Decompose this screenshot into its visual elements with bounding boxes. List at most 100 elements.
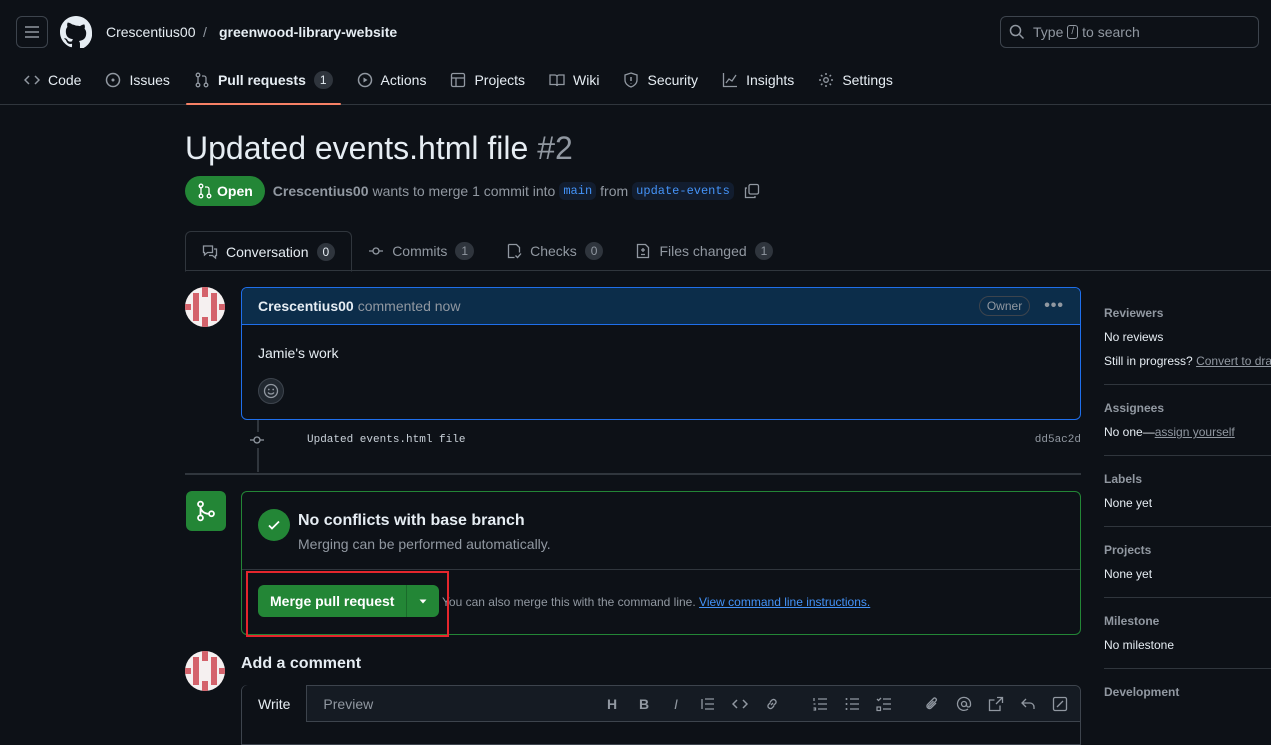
search-icon	[1009, 24, 1025, 40]
repo-header: Crescentius00 / greenwood-library-websit…	[0, 0, 1271, 105]
projects-section: Projects None yet	[1104, 527, 1271, 598]
add-reaction-button[interactable]	[258, 378, 284, 404]
merge-status-subtitle: Merging can be performed automatically.	[298, 536, 551, 552]
comment-time[interactable]: commented now	[358, 298, 461, 314]
milestone-section: Milestone No milestone	[1104, 598, 1271, 669]
write-tab[interactable]: Write	[242, 685, 308, 722]
comment-text: Jamie's work	[258, 345, 339, 361]
breadcrumb-repo[interactable]: greenwood-library-website	[219, 24, 397, 40]
breadcrumb-owner[interactable]: Crescentius00	[106, 24, 196, 40]
add-comment-heading: Add a comment	[241, 655, 362, 672]
tab-insights[interactable]: Insights	[714, 64, 802, 96]
cross-reference-icon[interactable]	[984, 694, 1008, 714]
commit-icon	[369, 247, 384, 255]
bold-icon[interactable]: B	[632, 694, 656, 714]
comment-author[interactable]: Crescentius00	[258, 298, 354, 314]
base-branch[interactable]: main	[559, 182, 597, 200]
tab-issues[interactable]: Issues	[97, 64, 177, 96]
code-icon[interactable]	[728, 694, 752, 714]
github-logo-icon[interactable]	[60, 16, 92, 48]
command-line-instructions-link[interactable]: View command line instructions.	[699, 595, 870, 609]
paperclip-icon[interactable]	[920, 694, 944, 714]
timeline-divider	[185, 473, 1081, 475]
link-icon[interactable]	[760, 694, 784, 714]
tab-wiki[interactable]: Wiki	[541, 64, 607, 96]
milestone-value: No milestone	[1104, 638, 1175, 652]
tab-code[interactable]: Code	[16, 64, 89, 96]
pr-sidebar: Reviewers No reviews Still in progress? …	[1104, 290, 1271, 725]
comment-editor: Write Preview H B I	[241, 685, 1081, 745]
commit-icon	[249, 432, 265, 448]
fullscreen-icon[interactable]	[1048, 694, 1072, 714]
merge-status-title: No conflicts with base branch	[298, 512, 525, 529]
markdown-toolbar: H B I	[592, 694, 1072, 714]
tab-projects[interactable]: Projects	[442, 64, 533, 96]
pr-number: #2	[537, 130, 573, 166]
comment-header: Crescentius00 commented now Owner •••	[242, 288, 1080, 325]
files-changed-counter: 1	[754, 242, 774, 260]
tab-wiki-label: Wiki	[573, 72, 600, 88]
reviewers-heading[interactable]: Reviewers	[1104, 306, 1271, 320]
pull-request-icon	[198, 183, 212, 199]
assign-yourself-link[interactable]: assign yourself	[1155, 425, 1235, 439]
pr-state-label: Open	[217, 183, 253, 199]
pr-merge-text: wants to merge 1 commit into	[372, 183, 556, 199]
pr-title-text: Updated events.html file	[185, 130, 529, 166]
search-placeholder-prefix: Type	[1033, 24, 1064, 40]
ordered-list-icon[interactable]	[808, 694, 832, 714]
tab-commits[interactable]: Commits 1	[352, 231, 490, 271]
assignees-value-text: No one—	[1104, 425, 1155, 439]
quote-icon[interactable]	[696, 694, 720, 714]
convert-to-draft-link[interactable]: Convert to draft	[1196, 354, 1271, 368]
check-icon	[258, 509, 290, 541]
file-diff-icon	[637, 243, 650, 259]
checklist-icon	[507, 243, 522, 259]
tab-conversation[interactable]: Conversation 0	[185, 231, 353, 272]
book-icon	[549, 74, 565, 87]
issue-icon	[106, 72, 121, 88]
avatar[interactable]	[185, 651, 225, 691]
heading-icon[interactable]: H	[600, 694, 624, 714]
tab-projects-label: Projects	[474, 72, 526, 88]
italic-icon[interactable]: I	[664, 694, 688, 714]
reviewers-value: No reviews	[1104, 330, 1164, 344]
development-heading[interactable]: Development	[1104, 685, 1271, 699]
preview-tab[interactable]: Preview	[307, 686, 389, 722]
kebab-menu-icon[interactable]: •••	[1044, 297, 1064, 315]
copy-icon[interactable]	[744, 183, 760, 199]
reply-icon[interactable]	[1016, 694, 1040, 714]
search-input[interactable]: Type / to search	[1000, 16, 1259, 48]
tab-actions[interactable]: Actions	[349, 64, 435, 96]
tab-pull-requests-label: Pull requests	[217, 72, 306, 88]
unordered-list-icon[interactable]	[840, 694, 864, 714]
shield-icon	[624, 72, 639, 88]
tab-pull-requests[interactable]: Pull requests 1	[185, 64, 341, 105]
head-branch[interactable]: update-events	[632, 182, 734, 200]
search-placeholder-suffix: to search	[1082, 24, 1140, 40]
labels-heading[interactable]: Labels	[1104, 472, 1271, 486]
tab-insights-label: Insights	[746, 72, 795, 88]
repo-nav: Code Issues Pull requests 1 Actions Proj…	[16, 64, 909, 105]
tab-actions-label: Actions	[380, 72, 427, 88]
hamburger-menu-button[interactable]	[16, 16, 48, 48]
avatar[interactable]	[185, 287, 225, 327]
projects-heading[interactable]: Projects	[1104, 543, 1271, 557]
smiley-icon	[263, 383, 279, 399]
pr-author-link[interactable]: Crescentius00	[273, 183, 369, 199]
task-list-icon[interactable]	[872, 694, 896, 714]
assignees-heading[interactable]: Assignees	[1104, 401, 1271, 415]
tab-security[interactable]: Security	[615, 64, 706, 96]
git-merge-icon	[186, 491, 226, 531]
tab-commits-label: Commits	[392, 243, 448, 259]
milestone-heading[interactable]: Milestone	[1104, 614, 1271, 628]
tab-checks[interactable]: Checks 0	[490, 231, 619, 271]
mention-icon[interactable]	[952, 694, 976, 714]
graph-icon	[722, 73, 738, 88]
gear-icon	[819, 73, 834, 87]
draft-prompt-text: Still in progress?	[1104, 354, 1193, 368]
tab-settings[interactable]: Settings	[810, 64, 901, 96]
commit-message[interactable]: Updated events.html file	[307, 434, 465, 446]
assignees-section: Assignees No one—assign yourself	[1104, 385, 1271, 456]
commit-sha[interactable]: dd5ac2d	[1035, 434, 1081, 446]
tab-files-changed[interactable]: Files changed 1	[619, 231, 789, 271]
